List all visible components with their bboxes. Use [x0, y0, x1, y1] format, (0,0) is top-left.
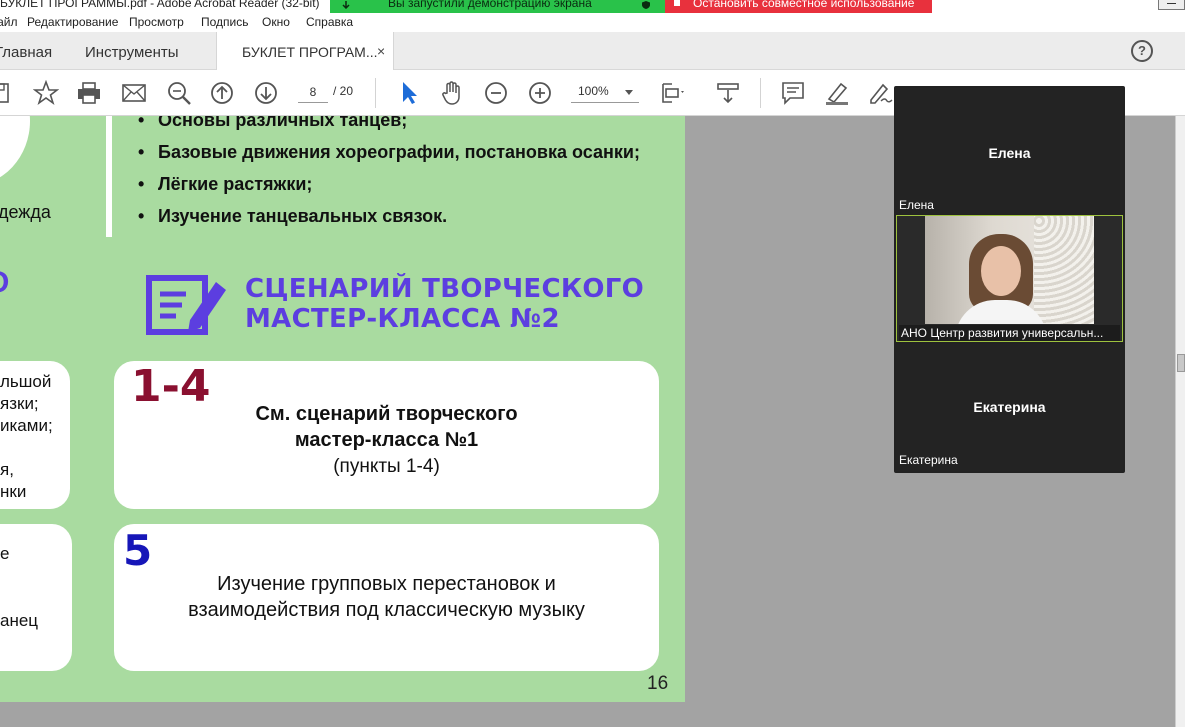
step-number: 5 — [123, 526, 153, 575]
stop-square-icon — [674, 0, 680, 6]
bullet-item: Базовые движения хореографии, постановка… — [138, 142, 640, 174]
left-card-2 — [0, 524, 72, 671]
bullet-item: Изучение танцевальных связок. — [138, 206, 640, 238]
plus-circle-icon[interactable] — [527, 80, 553, 106]
minimize-button[interactable] — [1158, 0, 1185, 10]
participant-name: Екатерина — [973, 399, 1046, 415]
envelope-icon[interactable] — [121, 80, 147, 106]
tab-document-label: БУКЛЕТ ПРОГРАМ... — [242, 44, 378, 60]
menu-sign[interactable]: Подпись — [201, 15, 249, 29]
column-divider — [106, 116, 112, 237]
participant-video-tile[interactable]: АНО Центр развития универсальн... — [896, 215, 1123, 342]
sign-icon[interactable] — [867, 80, 893, 106]
card-title-line: См. сценарий творческого — [255, 403, 518, 425]
tab-home[interactable]: Главная — [0, 44, 52, 61]
section-heading: СЦЕНАРИЙ ТВОРЧЕСКОГО МАСТЕР-КЛАССА №2 — [245, 274, 644, 334]
vertical-scrollbar[interactable] — [1175, 116, 1185, 727]
scroll-mode-icon[interactable] — [715, 80, 741, 106]
bullet-item: Основы различных танцев; — [138, 116, 640, 142]
participant-tile[interactable]: Елена Елена — [896, 88, 1123, 214]
card-body-line: Изучение групповых перестановок и — [217, 573, 556, 595]
tab-tools[interactable]: Инструменты — [85, 44, 179, 61]
minus-circle-icon[interactable] — [483, 80, 509, 106]
card-body: Изучение групповых перестановок и взаимо… — [114, 571, 659, 623]
left-card-text: язки; — [0, 394, 39, 413]
participant-tag: Елена — [899, 198, 934, 212]
bullet-list: Основы различных танцев; Базовые движени… — [138, 116, 640, 238]
cursor-icon[interactable] — [396, 80, 422, 106]
left-card-text: льшой — [0, 372, 52, 391]
video-feed — [925, 216, 1094, 324]
toolbar-divider — [375, 78, 376, 108]
card-title-line: мастер-класса №1 — [294, 429, 479, 451]
menu-bar: Файл Редактирование Просмотр Подпись Окн… — [0, 13, 1185, 32]
step-card-1-4: 1-4 См. сценарий творческого мастер-клас… — [114, 361, 659, 509]
star-icon[interactable] — [32, 79, 60, 106]
highlighter-icon[interactable] — [824, 80, 850, 106]
stop-share-button[interactable]: Остановить совместное использование — [665, 0, 932, 13]
bullet-item: Лёгкие растяжки; — [138, 174, 640, 206]
screen-share-banner: Вы запустили демонстрацию экрана — [330, 0, 665, 13]
scrollbar-thumb[interactable] — [1177, 354, 1185, 372]
menu-view[interactable]: Просмотр — [129, 15, 184, 29]
menu-edit[interactable]: Редактирование — [27, 15, 118, 29]
menu-window[interactable]: Окно — [262, 15, 290, 29]
left-card-text: нки — [0, 482, 27, 501]
share-banner-text: Вы запустили демонстрацию экрана — [388, 0, 592, 10]
toolbar-divider — [760, 78, 761, 108]
left-column-text: дежда — [0, 202, 51, 222]
zoom-value: 100% — [578, 84, 609, 98]
acoustic-panel — [1034, 216, 1094, 324]
participants-panel[interactable]: Елена Елена АНО Центр развития универсал… — [894, 86, 1125, 473]
fit-page-icon[interactable] — [660, 80, 686, 106]
help-icon[interactable]: ? — [1131, 40, 1153, 62]
menu-help[interactable]: Справка — [306, 15, 353, 29]
zoom-search-icon[interactable] — [166, 80, 192, 106]
shield-check-icon — [642, 1, 650, 9]
close-tab-icon[interactable]: × — [377, 43, 385, 59]
arrow-down-icon — [342, 1, 350, 9]
left-card-text: е — [0, 544, 10, 563]
page-number-input[interactable] — [298, 81, 328, 103]
hand-icon[interactable] — [439, 80, 465, 106]
chevron-down-icon — [625, 90, 633, 95]
heading-line-2: МАСТЕР-КЛАССА №2 — [245, 304, 560, 334]
left-card-text: иками; — [0, 416, 53, 435]
participant-tag: Екатерина — [899, 453, 958, 467]
left-card-text: анец — [0, 611, 39, 630]
viewer-bottom-area — [0, 702, 1175, 727]
stop-share-label: Остановить совместное использование — [693, 0, 915, 10]
minimize-icon — [1167, 3, 1176, 4]
partial-heading-letter: О — [0, 266, 9, 300]
tab-document[interactable]: БУКЛЕТ ПРОГРАМ... × — [216, 32, 394, 71]
step-card-5: 5 Изучение групповых перестановок и взаи… — [114, 524, 659, 671]
participant-tile[interactable]: Екатерина Екатерина — [896, 344, 1123, 471]
window-title: БУКЛЕТ ПРОГРАММЫ.pdf - Adobe Acrobat Rea… — [0, 0, 320, 10]
decorative-circle — [0, 116, 30, 186]
page-total: / 20 — [333, 84, 354, 98]
edit-document-icon — [146, 275, 226, 335]
page-footer-number: 16 — [647, 673, 669, 694]
card-body-line: взаимодействия под классическую музыку — [188, 599, 585, 621]
tab-bar: Главная Инструменты БУКЛЕТ ПРОГРАМ... × … — [0, 32, 1185, 71]
participant-tag: АНО Центр развития универсальн... — [899, 325, 1120, 341]
pdf-page: дежда Основы различных танцев; Базовые д… — [0, 116, 685, 702]
card-title: См. сценарий творческого мастер-класса №… — [114, 401, 659, 453]
card-subtitle: (пункты 1-4) — [333, 456, 440, 477]
left-card-text: я, — [0, 460, 14, 479]
title-bar: БУКЛЕТ ПРОГРАММЫ.pdf - Adobe Acrobat Rea… — [0, 0, 1185, 13]
zoom-select[interactable]: 100% — [571, 81, 639, 103]
menu-file[interactable]: Файл — [0, 15, 18, 29]
comment-icon[interactable] — [780, 80, 806, 106]
heading-line-1: СЦЕНАРИЙ ТВОРЧЕСКОГО — [245, 274, 645, 304]
arrow-down-circle-icon[interactable] — [253, 80, 279, 106]
arrow-up-circle-icon[interactable] — [209, 80, 235, 106]
person-face — [981, 246, 1021, 296]
printer-icon[interactable] — [76, 80, 102, 106]
participant-name: Елена — [988, 145, 1031, 161]
save-icon[interactable] — [0, 80, 12, 106]
